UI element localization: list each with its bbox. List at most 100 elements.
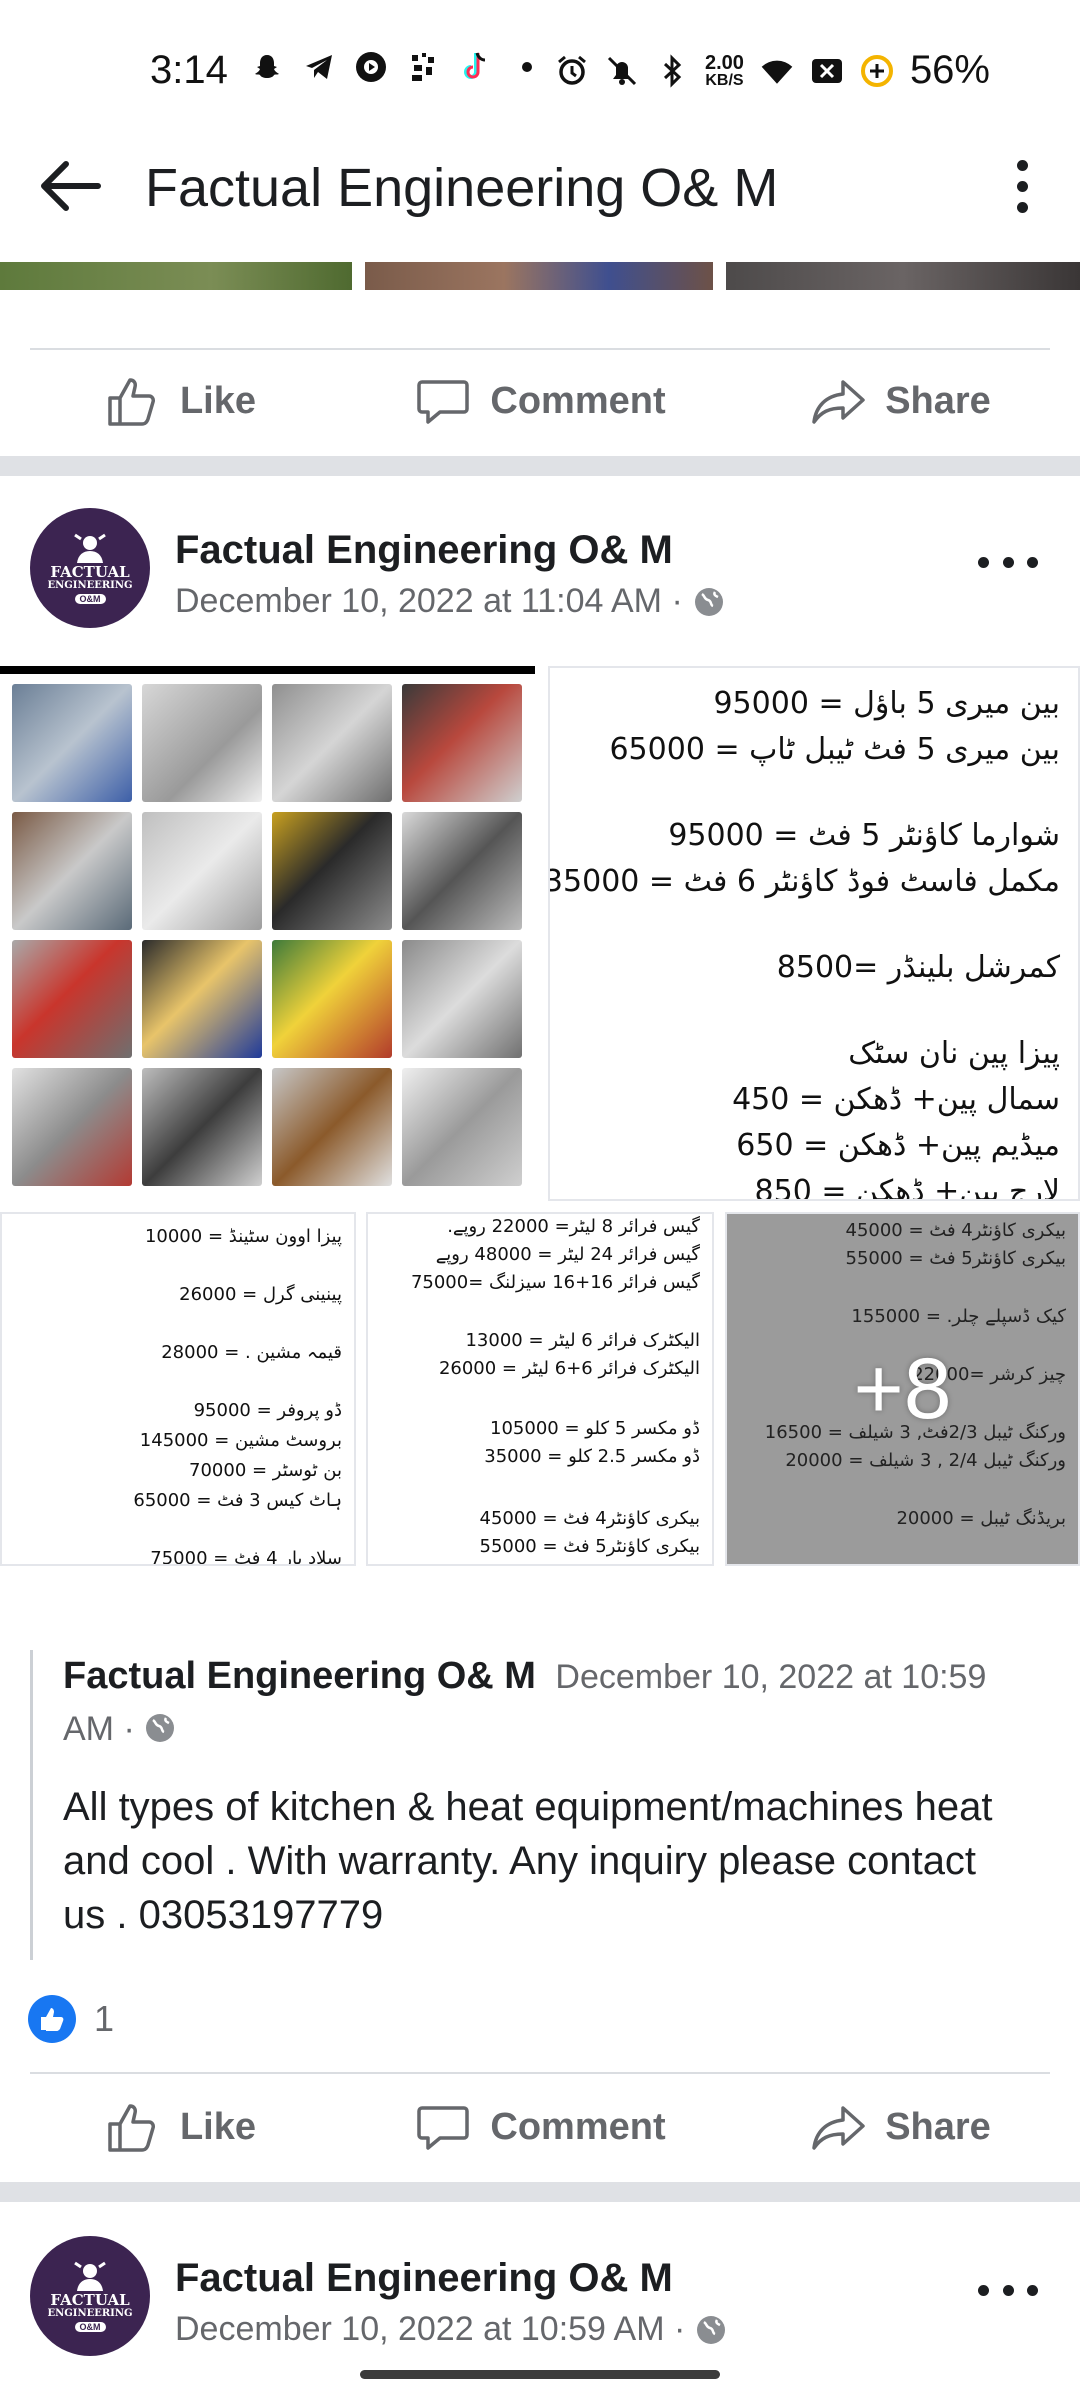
reaction-summary[interactable]: 1 [28, 1995, 114, 2043]
battery-saver-icon [860, 54, 894, 88]
product-photo [402, 812, 522, 930]
alarm-icon [555, 54, 589, 88]
reaction-count: 1 [94, 1998, 115, 2039]
price-line: پیزا پین نان سٹک [848, 1036, 1060, 1071]
share-icon [812, 2106, 865, 2150]
battery-percent: 56% [909, 48, 990, 92]
price-line: گیس فرائر 24 لیٹر = 48000 روپے [435, 1244, 700, 1265]
status-time: 3:14 [150, 48, 228, 92]
home-indicator[interactable] [360, 2370, 720, 2379]
arrow-left-icon [41, 161, 101, 211]
snapchat-icon [250, 50, 284, 84]
price-line: الیکٹرک فرائر 6 لیٹر = 13000 [465, 1330, 700, 1351]
price-line: کمرشل بلینڈر =8500 [776, 950, 1060, 985]
comment-icon [417, 2106, 470, 2150]
product-photo [142, 812, 262, 930]
like-label: Like [179, 379, 257, 422]
price-line: بیکری کاؤنٹر4 فٹ = 45000 [479, 1508, 701, 1529]
product-photo [12, 1068, 132, 1186]
price-line: بروسٹ مشین = 145000 [139, 1430, 342, 1451]
product-photo [142, 1068, 262, 1186]
product-photo [12, 940, 132, 1058]
share-button[interactable]: Share [720, 2072, 1080, 2182]
thumbs-up-icon [108, 2104, 155, 2152]
tiktok-icon [458, 50, 492, 84]
price-list-image[interactable]: پیزا اوون سٹینڈ = 10000 پینینی گرل = 260… [0, 1212, 356, 1566]
comment-button[interactable]: Comment [360, 2072, 720, 2182]
previous-post-images[interactable] [0, 262, 1080, 290]
product-photo [142, 684, 262, 802]
post-author[interactable]: Factual Engineering O& M [175, 2256, 673, 2301]
post-author[interactable]: Factual Engineering O& M [175, 528, 673, 573]
price-line: سمال پین+ ڈھکن = 450 [732, 1082, 1060, 1117]
product-photo [272, 1068, 392, 1186]
share-button[interactable]: Share [720, 346, 1080, 456]
page-title: Factual Engineering O& M [145, 158, 779, 218]
post-options-button[interactable] [978, 552, 1038, 572]
globe-icon [146, 1714, 175, 1742]
shared-post-header: Factual Engineering O& M December 10, 20… [63, 1650, 1043, 1755]
feed-separator [0, 456, 1080, 476]
comment-button[interactable]: Comment [360, 346, 720, 456]
more-photos-tile[interactable]: بیکری کاؤنٹر4 فٹ = 45000 بیکری کاؤنٹر5 ف… [725, 1212, 1080, 1566]
comment-label: Comment [490, 2105, 666, 2148]
product-photo [402, 1068, 522, 1186]
avatar[interactable]: FACTUAL ENGINEERING O&M [30, 2236, 150, 2356]
post-timestamp: December 10, 2022 at 11:04 AM · [175, 582, 725, 621]
price-line: بیکری کاؤنٹر5 فٹ = 55000 [479, 1536, 701, 1557]
shared-post-author[interactable]: Factual Engineering O& M [63, 1655, 536, 1697]
post-options-button[interactable] [978, 2280, 1038, 2300]
wifi-icon [760, 54, 794, 88]
like-label: Like [179, 2105, 257, 2148]
like-button[interactable]: Like [0, 2072, 360, 2182]
price-line: ہاٹ کیس 3 فٹ = 65000 [133, 1490, 342, 1511]
previous-photo-2[interactable] [365, 262, 713, 290]
product-photo-collage[interactable] [0, 666, 535, 1201]
post-timestamp: December 10, 2022 at 10:59 AM · [175, 2310, 727, 2349]
action-row-previous: Like Comment Share [0, 346, 1080, 456]
price-line: بن ٹوسٹر = 70000 [189, 1460, 342, 1481]
telegram-icon [302, 50, 336, 84]
worker-logo-icon [74, 533, 106, 563]
price-list-image[interactable]: گیس فرائر 8 لیٹر= 22000 روپے. گیس فرائر … [366, 1212, 714, 1566]
price-line: ڈو مکسر 2.5 کلو = 35000 [484, 1446, 700, 1467]
previous-photo-3[interactable] [726, 262, 1080, 290]
globe-icon [697, 2315, 726, 2344]
more-options-button[interactable] [992, 150, 1052, 222]
price-line: گیس فرائر 16+16 سیزلنگ =75000 [410, 1272, 700, 1293]
shared-post-text: All types of kitchen & heat equipment/ma… [63, 1785, 993, 1937]
product-photo [272, 940, 392, 1058]
previous-photo-1[interactable] [0, 262, 352, 290]
sim-icon [406, 50, 440, 84]
price-line: لارج پین+ ڈھکن = 850 [754, 1174, 1060, 1201]
more-photos-count: +8 [853, 1340, 952, 1437]
worker-logo-icon [74, 2261, 106, 2291]
price-line: ڈو پروفر = 95000 [193, 1400, 342, 1421]
share-icon [812, 380, 865, 424]
avatar[interactable]: FACTUAL ENGINEERING O&M [30, 508, 150, 628]
price-line: شوارما کاؤنٹر 5 فٹ = 95000 [668, 818, 1060, 853]
globe-icon [694, 587, 723, 616]
product-photo [272, 684, 392, 802]
back-button[interactable] [36, 150, 108, 222]
price-line: میڈیم پین+ ڈھکن = 650 [736, 1128, 1060, 1163]
shared-post[interactable]: Factual Engineering O& M December 10, 20… [30, 1650, 1050, 1960]
product-photo [272, 812, 392, 930]
price-list-image[interactable]: بین میری 5 باؤل = 95000 بین میری 5 فٹ ٹی… [548, 666, 1080, 1201]
status-bar: 3:14 2.00 KB/S 56% [0, 0, 1080, 140]
comment-label: Comment [490, 379, 666, 422]
product-photo [12, 684, 132, 802]
price-line: قیمہ مشین . = 28000 [161, 1342, 342, 1363]
share-label: Share [885, 2105, 991, 2148]
no-sim-icon [810, 54, 844, 88]
price-line: بین میری 5 فٹ ٹیبل ٹاپ = 65000 [609, 732, 1060, 767]
price-line: سلاد بار 4 فٹ = 75000 [150, 1548, 342, 1566]
thumbs-up-icon [108, 378, 155, 426]
feed-separator [0, 2182, 1080, 2202]
action-row: Like Comment Share [0, 2072, 1080, 2182]
bluetooth-icon [655, 53, 689, 88]
price-line: گیس فرائر 8 لیٹر= 22000 روپے. [447, 1216, 700, 1237]
price-line: پینینی گرل = 26000 [179, 1284, 342, 1305]
like-button[interactable]: Like [0, 346, 360, 456]
media-icon [354, 50, 388, 84]
